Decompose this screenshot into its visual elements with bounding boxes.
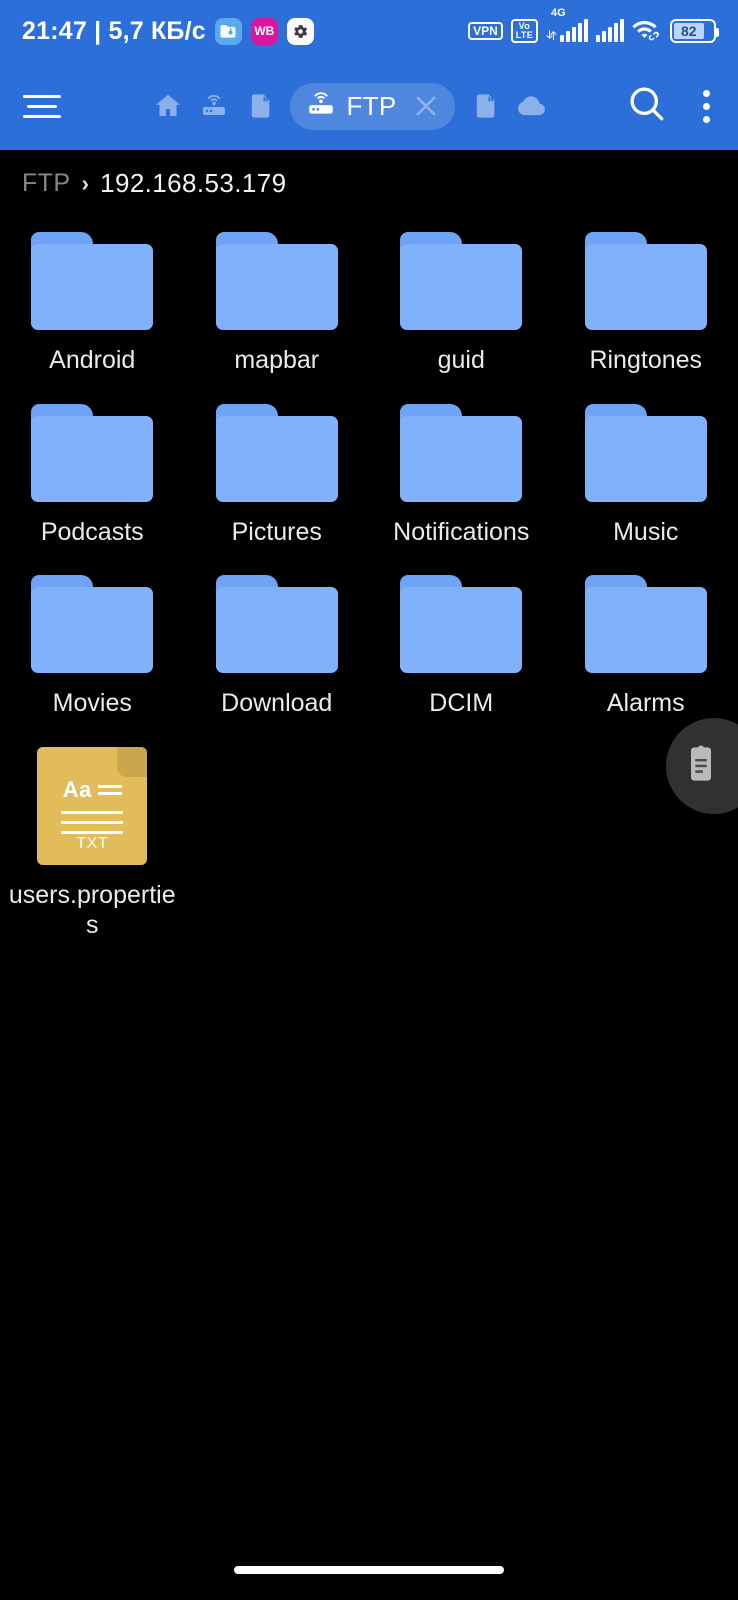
folder-item[interactable]: Podcasts: [0, 403, 185, 548]
item-label: mapbar: [234, 346, 320, 374]
es-file-explorer-icon: [214, 17, 242, 45]
battery-level-label: 82: [674, 23, 704, 39]
folder-icon: [31, 232, 154, 330]
item-label: Notifications: [393, 517, 530, 546]
tab-strip: FTP: [80, 82, 619, 130]
search-icon[interactable]: [625, 82, 669, 131]
wb-app-icon: WB: [250, 17, 278, 45]
ftp-tab-icon-inactive[interactable]: [193, 85, 235, 127]
status-bar: 21:47 | 5,7 КБ/с WB VPN Vo LTE 4G 82: [0, 0, 738, 62]
folder-icon: [400, 575, 523, 673]
home-tab-icon[interactable]: [147, 85, 189, 127]
folder-item[interactable]: guid: [369, 232, 554, 376]
txt-glyph-label: Aa: [62, 776, 92, 802]
item-label: DCIM: [429, 689, 494, 717]
chevron-right-icon: ›: [81, 170, 90, 196]
settings-gear-icon: [286, 17, 314, 45]
item-label: guid: [437, 346, 485, 374]
status-clock-and-speed: 21:47 | 5,7 КБ/с: [22, 16, 206, 45]
data-activity-icon: [546, 20, 557, 42]
txt-ext-label: TXT: [76, 834, 109, 852]
clipboard-icon: [681, 742, 721, 791]
volte-icon: Vo LTE: [510, 18, 538, 44]
folder-icon: [215, 403, 338, 502]
file-grid: Android mapbar guid Ringtones Podcasts Pictur…: [0, 232, 738, 941]
file-item[interactable]: Aa TXT users.properties: [0, 746, 185, 941]
sdcard-tab-icon[interactable]: [239, 85, 281, 127]
item-label: Movies: [52, 689, 132, 717]
toolbar-actions: [625, 82, 720, 131]
sdcard-tab-icon-2[interactable]: [464, 85, 506, 127]
txt-file-icon: Aa TXT: [37, 746, 148, 865]
wifi-icon: [632, 17, 662, 46]
folder-icon: [215, 232, 338, 330]
volte-bottom-label: LTE: [515, 30, 533, 40]
hamburger-menu-icon[interactable]: [18, 79, 72, 133]
folder-item[interactable]: Movies: [0, 575, 185, 719]
cloud-tab-icon[interactable]: [510, 85, 552, 127]
item-label: Podcasts: [40, 517, 144, 546]
breadcrumb-root[interactable]: FTP: [22, 169, 70, 198]
item-label: Alarms: [606, 689, 685, 717]
status-bar-right: VPN Vo LTE 4G 82: [468, 7, 719, 46]
signal-icon-primary: 4G: [546, 7, 588, 42]
app-toolbar: FTP: [0, 62, 738, 150]
item-label: Ringtones: [589, 346, 703, 374]
active-tab-label: FTP: [346, 90, 397, 121]
item-label: Download: [221, 689, 333, 717]
item-label: Android: [49, 346, 136, 374]
folder-item[interactable]: Android: [0, 232, 185, 376]
signal-bars-1: [560, 19, 588, 42]
folder-icon: [400, 232, 523, 330]
item-label: Pictures: [231, 517, 322, 546]
folder-icon: [584, 575, 707, 673]
breadcrumb-current[interactable]: 192.168.53.179: [100, 168, 286, 199]
network-type-label: 4G: [551, 7, 566, 19]
gesture-nav-bar[interactable]: [234, 1566, 504, 1574]
phone-screen: 21:47 | 5,7 КБ/с WB VPN Vo LTE 4G 82 FTP…: [0, 0, 738, 1600]
close-icon[interactable]: [411, 91, 441, 121]
folder-item[interactable]: Alarms: [554, 575, 738, 719]
battery-icon: 82: [670, 19, 719, 43]
overflow-menu-icon[interactable]: [693, 82, 720, 131]
signal-bars-2: [596, 19, 624, 42]
active-tab-ftp[interactable]: FTP: [290, 82, 455, 130]
wb-icon-label: WB: [254, 24, 275, 38]
folder-icon: [31, 575, 154, 673]
status-bar-left: 21:47 | 5,7 КБ/с WB: [22, 17, 314, 46]
folder-item[interactable]: Notifications: [369, 403, 554, 548]
folder-item[interactable]: Download: [185, 575, 370, 719]
folder-item[interactable]: Ringtones: [554, 232, 738, 376]
item-label: users.properties: [8, 880, 176, 940]
folder-icon: [400, 403, 523, 502]
folder-icon: [584, 232, 707, 330]
folder-icon: [584, 403, 707, 502]
folder-item[interactable]: Music: [554, 403, 738, 548]
router-icon: [305, 90, 337, 123]
folder-icon: [215, 575, 338, 673]
folder-icon: [31, 403, 154, 502]
item-label: Music: [613, 517, 679, 546]
vpn-icon: VPN: [468, 21, 503, 41]
breadcrumb: FTP › 192.168.53.179: [22, 168, 286, 199]
folder-item[interactable]: DCIM: [369, 575, 554, 719]
folder-item[interactable]: Pictures: [185, 403, 370, 548]
folder-item[interactable]: mapbar: [185, 232, 370, 376]
